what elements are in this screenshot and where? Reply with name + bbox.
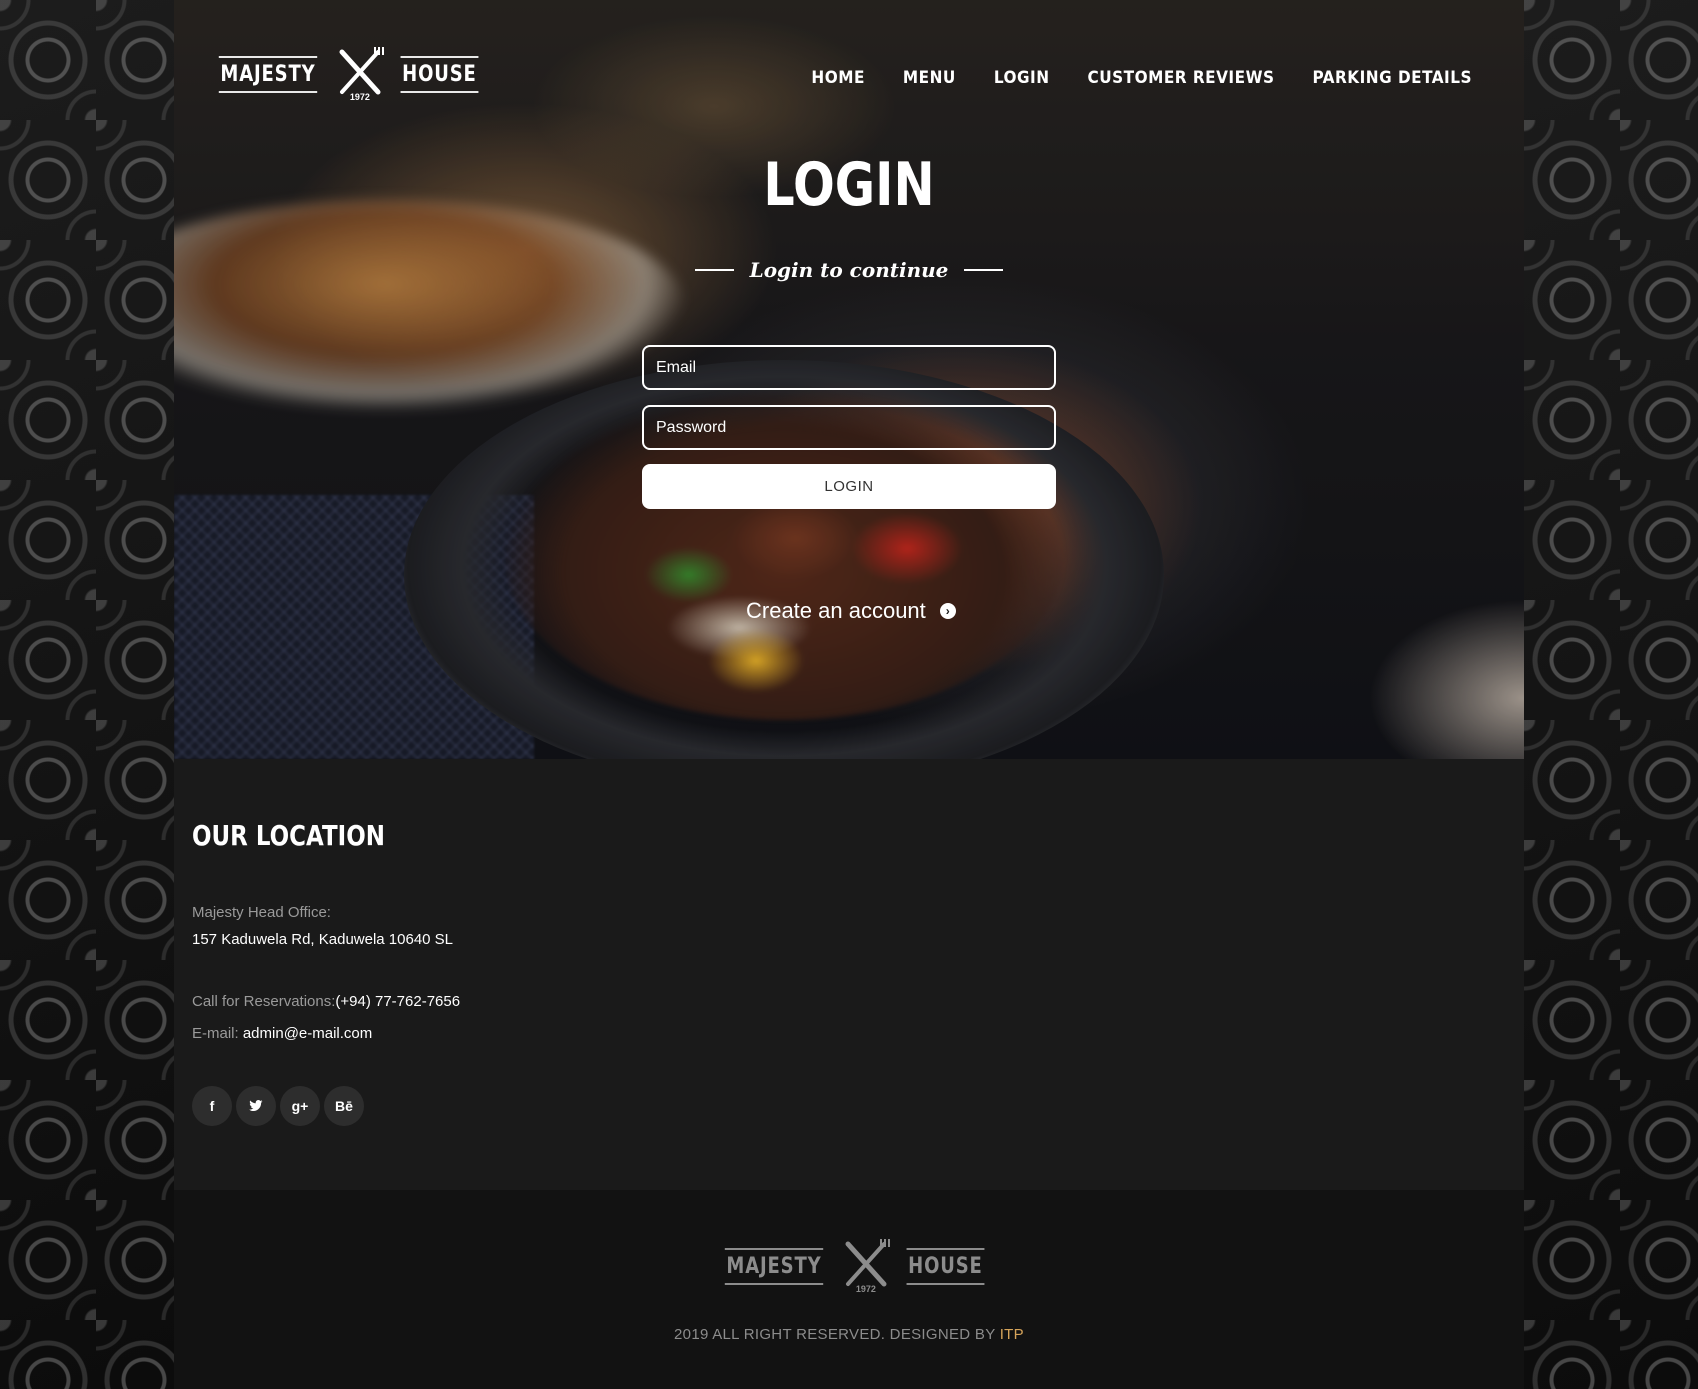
footer-logo-word-left: MAJESTY <box>724 1247 824 1285</box>
damask-background-left <box>0 0 174 1389</box>
subtitle-text: Login to continue <box>749 258 949 282</box>
logo-word-left: MAJESTY <box>218 55 318 93</box>
twitter-icon[interactable] <box>236 1086 276 1126</box>
subtitle-divider-left <box>695 269 734 271</box>
chevron-right-circle-icon: › <box>939 603 956 619</box>
reservations-line: Call for Reservations:(+94) 77-762-7656 <box>192 993 460 1010</box>
copyright-label: 2019 ALL RIGHT RESERVED. DESIGNED BY <box>674 1326 1000 1343</box>
page-subtitle: Login to continue <box>695 258 1004 282</box>
designer-link[interactable]: ITP <box>1000 1326 1024 1343</box>
reservations-label: Call for Reservations: <box>192 993 336 1010</box>
email-value[interactable]: admin@e-mail.com <box>243 1025 372 1042</box>
facebook-icon[interactable]: f <box>192 1086 232 1126</box>
social-links: f g+ Bē <box>192 1086 364 1126</box>
footer-logo[interactable]: MAJESTY 1972 HOUSE <box>714 1236 993 1296</box>
footer-logo-word-right: HOUSE <box>906 1247 985 1285</box>
copyright-text: 2019 ALL RIGHT RESERVED. DESIGNED BY ITP <box>174 1326 1524 1343</box>
hero-section: MAJESTY 1972 HOUSE HOME MENU LOGIN CUSTO… <box>174 0 1524 759</box>
email-field[interactable] <box>642 345 1056 390</box>
password-field[interactable] <box>642 405 1056 450</box>
nav-parking-details[interactable]: PARKING DETAILS <box>1312 68 1472 88</box>
create-account-label: Create an account <box>746 598 926 623</box>
subtitle-divider-right <box>964 269 1004 271</box>
login-button[interactable]: LOGIN <box>642 464 1056 509</box>
logo-year: 1972 <box>349 92 370 102</box>
email-label: E-mail: <box>192 1025 239 1042</box>
address-line: 157 Kaduwela Rd, Kaduwela 10640 SL <box>192 931 453 948</box>
nav-menu[interactable]: MENU <box>903 68 956 88</box>
site-logo[interactable]: MAJESTY 1972 HOUSE <box>208 44 487 104</box>
location-section: OUR LOCATION Majesty Head Office: 157 Ka… <box>174 759 1524 1190</box>
footer-cutlery-icon: 1972 <box>834 1236 898 1296</box>
nav-customer-reviews[interactable]: CUSTOMER REVIEWS <box>1088 68 1275 88</box>
nav-login[interactable]: LOGIN <box>994 68 1050 88</box>
page-title: LOGIN <box>763 150 935 220</box>
cutlery-icon: 1972 <box>328 44 392 104</box>
create-account-link[interactable]: Create an account › <box>746 598 956 624</box>
address-value: 157 Kaduwela Rd, Kaduwela 10640 SL <box>192 931 454 948</box>
logo-word-right: HOUSE <box>400 55 479 93</box>
footer-logo-year: 1972 <box>855 1284 876 1294</box>
main-nav: HOME MENU LOGIN CUSTOMER REVIEWS PARKING… <box>811 68 1472 88</box>
page-container: MAJESTY 1972 HOUSE HOME MENU LOGIN CUSTO… <box>174 0 1524 1389</box>
damask-background-right <box>1524 0 1698 1389</box>
reservations-phone[interactable]: (+94) 77-762-7656 <box>335 993 460 1010</box>
email-line: E-mail: admin@e-mail.com <box>192 1025 372 1042</box>
twitter-bird-glyph <box>249 1100 263 1111</box>
nav-home[interactable]: HOME <box>811 68 864 88</box>
location-heading: OUR LOCATION <box>192 819 385 852</box>
google-plus-icon[interactable]: g+ <box>280 1086 320 1126</box>
behance-icon[interactable]: Bē <box>324 1086 364 1126</box>
office-label: Majesty Head Office: <box>192 904 331 921</box>
